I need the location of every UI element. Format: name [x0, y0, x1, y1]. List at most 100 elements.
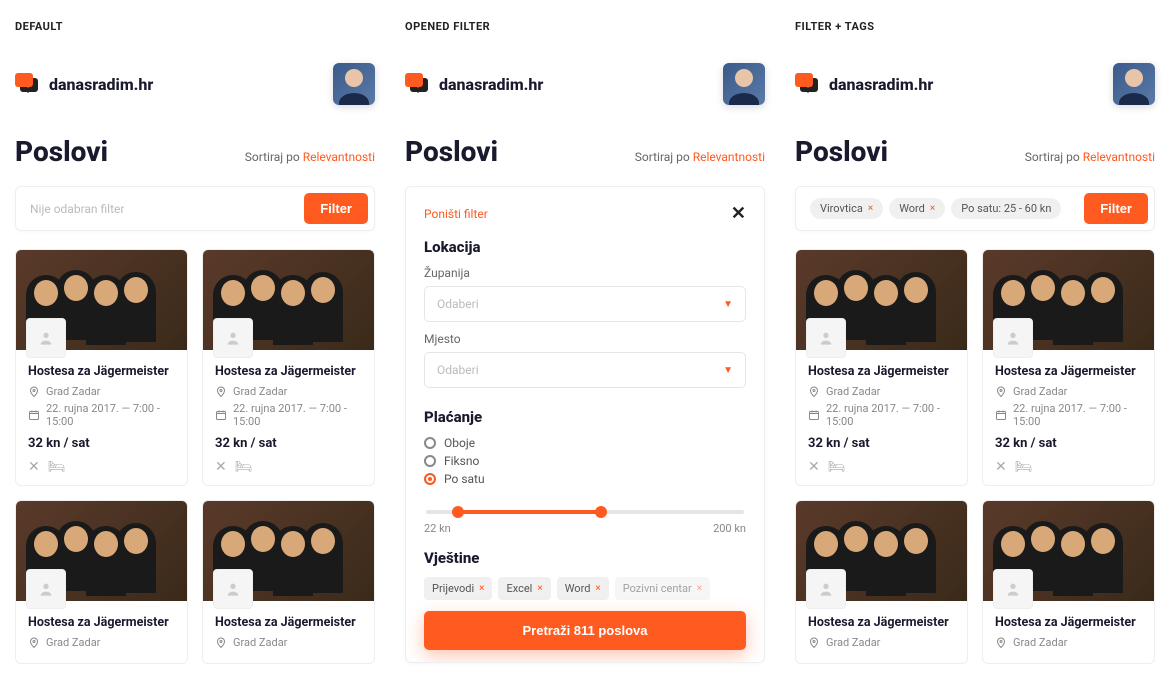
job-card[interactable]: + Hostesa za Jägermeister Grad Zadar 22.… [202, 249, 375, 486]
job-location-text: Grad Zadar [233, 636, 287, 649]
pin-icon [808, 637, 820, 649]
job-location-text: Grad Zadar [826, 385, 880, 398]
job-date-text: 22. rujna 2017. — 7:00 - 15:00 [46, 402, 175, 428]
person-icon [818, 581, 834, 597]
job-card-body: Hostesa za Jägermeister Grad Zadar 22. r… [983, 350, 1154, 485]
skill-tags: Prijevodi× Excel× Word × Pozivni centar × [424, 577, 746, 600]
filter-chip-rate[interactable]: Po satu: 25 - 60 kn [951, 198, 1061, 219]
sort-control[interactable]: Sortiraj po Relevantnosti [245, 150, 375, 164]
header: danasradim.hr [15, 63, 375, 105]
job-card[interactable]: + Hostesa za Jägermeister Grad Zadar 22.… [982, 249, 1155, 486]
job-location-text: Grad Zadar [1013, 385, 1067, 398]
user-avatar[interactable] [333, 63, 375, 105]
job-card-body: Hostesa za Jägermeister Grad Zadar [983, 601, 1154, 663]
employer-avatar [993, 569, 1033, 609]
person-icon [818, 330, 834, 346]
skill-tag[interactable]: Excel× [498, 577, 550, 600]
payment-option-hourly[interactable]: Po satu [424, 472, 746, 486]
place-select[interactable]: Odaberi ▼ [424, 352, 746, 388]
job-location: Grad Zadar [28, 385, 175, 398]
remove-tag-icon[interactable]: × [595, 583, 600, 594]
brand-name: danasradim.hr [439, 75, 543, 94]
job-card[interactable]: + Hostesa za Jägermeister Grad Zadar [15, 500, 188, 664]
job-title: Hostesa za Jägermeister [995, 615, 1142, 630]
job-card[interactable]: + Hostesa za Jägermeister Grad Zadar [982, 500, 1155, 664]
skill-tag[interactable]: Word × [557, 577, 609, 600]
job-amenities: ✕ 🛏 [28, 459, 175, 475]
search-jobs-button[interactable]: Pretraži 811 poslova [424, 611, 746, 650]
slider-labels: 22 kn 200 kn [424, 522, 746, 535]
job-location-text: Grad Zadar [46, 636, 100, 649]
filter-bar: Virovtica× Word× Po satu: 25 - 60 kn Fil… [795, 186, 1155, 231]
job-card-body: Hostesa za Jägermeister Grad Zadar 22. r… [796, 350, 967, 485]
filter-panel: Poništi filter ✕ Lokacija Županija Odabe… [405, 186, 765, 663]
tag-label: Word [565, 582, 591, 595]
remove-tag-icon[interactable]: × [537, 583, 542, 594]
radio-label: Po satu [444, 472, 485, 486]
sort-control[interactable]: Sortiraj po Relevantnosti [635, 150, 765, 164]
job-location: Grad Zadar [808, 385, 955, 398]
radio-icon [424, 473, 436, 485]
pin-icon [995, 637, 1007, 649]
screen-filter-tags: FILTER + TAGS danasradim.hr Poslovi Sort… [795, 20, 1155, 664]
payment-option-both[interactable]: Oboje [424, 436, 746, 450]
employer-avatar [26, 569, 66, 609]
job-location-text: Grad Zadar [233, 385, 287, 398]
filter-placeholder: Nije odabran filter [30, 202, 296, 216]
brand-name: danasradim.hr [49, 75, 153, 94]
job-date: 22. rujna 2017. — 7:00 - 15:00 [808, 402, 955, 428]
filter-button[interactable]: Filter [304, 193, 368, 224]
screen-default: DEFAULT danasradim.hr Poslovi Sortiraj p… [15, 20, 375, 664]
job-date: 22. rujna 2017. — 7:00 - 15:00 [215, 402, 362, 428]
payment-option-fixed[interactable]: Fiksno [424, 454, 746, 468]
rate-slider[interactable] [426, 504, 744, 518]
logo-icon [795, 73, 821, 95]
job-date-text: 22. rujna 2017. — 7:00 - 15:00 [1013, 402, 1142, 428]
sort-value: Relevantnosti [303, 150, 375, 164]
logo[interactable]: danasradim.hr [15, 73, 153, 95]
slider-handle-min[interactable] [452, 506, 464, 518]
job-location-text: Grad Zadar [1013, 636, 1067, 649]
logo[interactable]: danasradim.hr [405, 73, 543, 95]
filter-panel-header: Poništi filter ✕ [424, 203, 746, 224]
state-label: DEFAULT [15, 20, 375, 33]
applied-filter-chips: Virovtica× Word× Po satu: 25 - 60 kn [810, 198, 1076, 219]
remove-chip-icon[interactable]: × [868, 203, 873, 214]
reset-filter-link[interactable]: Poništi filter [424, 207, 488, 221]
job-card[interactable]: + Hostesa za Jägermeister Grad Zadar [795, 500, 968, 664]
job-card[interactable]: + Hostesa za Jägermeister Grad Zadar 22.… [795, 249, 968, 486]
filter-chip-location[interactable]: Virovtica× [810, 198, 883, 219]
remove-tag-icon[interactable]: × [697, 583, 702, 594]
payment-heading: Plaćanje [424, 408, 746, 426]
remove-tag-icon[interactable]: × [479, 583, 484, 594]
user-avatar[interactable] [1113, 63, 1155, 105]
calendar-icon [215, 409, 227, 421]
skill-tag[interactable]: Pozivni centar × [615, 577, 710, 600]
slider-max: 200 kn [713, 522, 746, 535]
filter-chip-skill[interactable]: Word× [889, 198, 945, 219]
remove-chip-icon[interactable]: × [930, 203, 935, 214]
job-location: Grad Zadar [215, 385, 362, 398]
county-select[interactable]: Odaberi ▼ [424, 286, 746, 322]
lodging-icon: 🛏 [48, 459, 66, 475]
slider-handle-max[interactable] [595, 506, 607, 518]
logo[interactable]: danasradim.hr [795, 73, 933, 95]
job-date: 22. rujna 2017. — 7:00 - 15:00 [28, 402, 175, 428]
job-location: Grad Zadar [28, 636, 175, 649]
job-grid: + Hostesa za Jägermeister Grad Zadar 22.… [15, 249, 375, 664]
user-avatar[interactable] [723, 63, 765, 105]
tag-label: Pozivni centar [623, 582, 692, 595]
title-row: Poslovi Sortiraj po Relevantnosti [795, 135, 1155, 168]
job-card[interactable]: + Hostesa za Jägermeister Grad Zadar [202, 500, 375, 664]
job-card[interactable]: + Hostesa za Jägermeister Grad Zadar 22.… [15, 249, 188, 486]
employer-avatar [806, 569, 846, 609]
page-title: Poslovi [405, 135, 498, 168]
filter-button[interactable]: Filter [1084, 193, 1148, 224]
job-rate: 32 kn / sat [28, 436, 175, 451]
sort-control[interactable]: Sortiraj po Relevantnosti [1025, 150, 1155, 164]
person-icon [225, 330, 241, 346]
job-title: Hostesa za Jägermeister [808, 615, 955, 630]
job-location-text: Grad Zadar [826, 636, 880, 649]
close-icon[interactable]: ✕ [731, 203, 746, 224]
skill-tag[interactable]: Prijevodi× [424, 577, 492, 600]
